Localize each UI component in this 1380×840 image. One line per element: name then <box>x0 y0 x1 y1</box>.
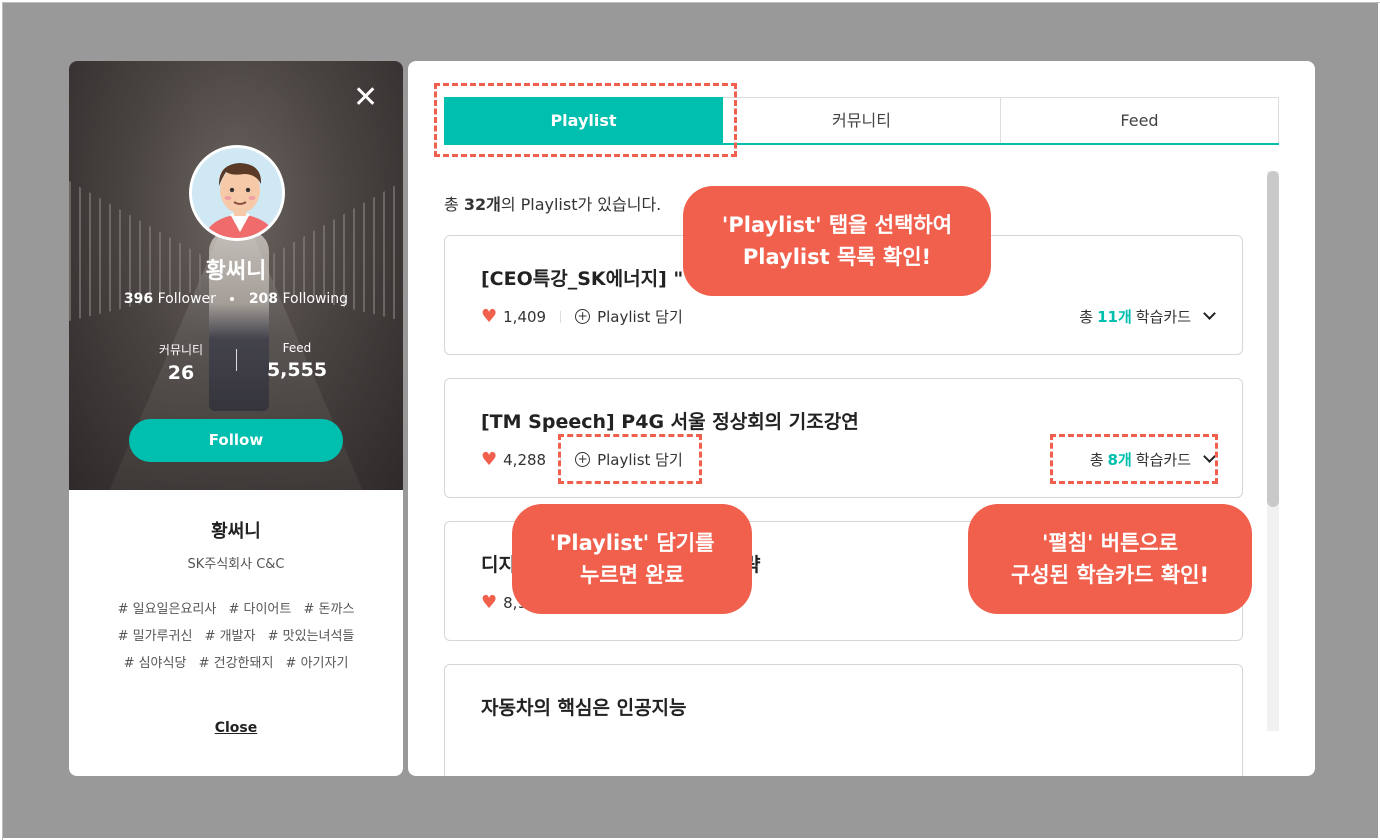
follower-count: 396 <box>123 291 154 307</box>
follow-counts: 396 Follower 208 Following <box>69 291 403 307</box>
tag[interactable]: # 밀가루귀신 <box>118 629 193 644</box>
follower-label: Follower <box>157 291 216 307</box>
total-prefix: 총 <box>1079 308 1094 326</box>
card-label: 학습카드 <box>1135 308 1191 326</box>
profile-card: ✕ 황써니 396 Follower 208 Following 커뮤니티 26… <box>69 61 403 776</box>
playlist-panel: Playlist 커뮤니티 Feed 총 32개의 Playlist가 있습니다… <box>408 61 1315 776</box>
playlist-title[interactable]: [CEO특강_SK에너지] " <box>481 264 683 291</box>
heart-icon[interactable]: ♥ <box>481 449 497 470</box>
heart-icon[interactable]: ♥ <box>481 592 497 613</box>
annotation-line: '펼침' 버튼으로 <box>1041 531 1179 555</box>
annotation-line: 'Playlist' 탭을 선택하여 <box>721 213 953 237</box>
tag[interactable]: # 맛있는녀석들 <box>268 629 355 644</box>
plus-circle-icon: + <box>575 309 591 324</box>
stat-value: 26 <box>167 362 195 384</box>
stat-label: Feed <box>282 341 312 355</box>
tag[interactable]: # 아기자기 <box>286 656 349 671</box>
annotation-line: 구성된 학습카드 확인! <box>1010 563 1210 587</box>
tag[interactable]: # 돈까스 <box>304 602 355 617</box>
total-count: 32개 <box>463 195 501 214</box>
close-icon[interactable]: ✕ <box>353 83 378 113</box>
meta-separator <box>560 310 562 323</box>
annotation-line: 'Playlist' 담기를 <box>549 531 715 555</box>
add-annotation-bubble: 'Playlist' 담기를 누르면 완료 <box>512 504 752 614</box>
playlist-card[interactable]: 자동차의 핵심은 인공지능 <box>444 664 1243 776</box>
stat-divider <box>236 349 237 371</box>
playlist-meta: ♥ 1,409 + Playlist 담기 <box>481 306 683 327</box>
tab-community[interactable]: 커뮤니티 <box>723 97 1001 143</box>
playlist-total: 총 32개의 Playlist가 있습니다. <box>444 191 661 215</box>
tag[interactable]: # 건강한돼지 <box>199 656 274 671</box>
tab-feed[interactable]: Feed <box>1001 97 1279 143</box>
total-suffix: 의 Playlist가 있습니다. <box>500 195 662 214</box>
expand-annotation-bubble: '펼침' 버튼으로 구성된 학습카드 확인! <box>968 504 1252 614</box>
highlight-playlist-tab <box>434 83 737 157</box>
chevron-down-icon <box>1203 307 1216 320</box>
heart-icon[interactable]: ♥ <box>481 306 497 327</box>
tag[interactable]: # 다이어트 <box>228 602 291 617</box>
tag[interactable]: # 심야식당 <box>124 656 187 671</box>
stat-value: 5,555 <box>266 359 328 381</box>
stat-community: 커뮤니티 26 <box>131 341 231 384</box>
stat-label: 커뮤니티 <box>158 343 204 357</box>
separator-dot <box>230 297 235 301</box>
following-label: Following <box>282 291 349 307</box>
playlist-title[interactable]: [TM Speech] P4G 서울 정상회의 기조강연 <box>481 407 859 434</box>
add-playlist-button[interactable]: + Playlist 담기 <box>575 306 683 327</box>
add-playlist-label: Playlist 담기 <box>597 308 683 326</box>
like-count: 1,409 <box>503 307 547 326</box>
avatar-illustration <box>192 148 282 238</box>
annotation-line: 누르면 완료 <box>580 563 684 587</box>
profile-hero-background: ✕ 황써니 396 Follower 208 Following 커뮤니티 26… <box>69 61 403 490</box>
playlist-title[interactable]: 자동차의 핵심은 인공지능 <box>481 693 687 720</box>
profile-name: 황써니 <box>205 259 267 284</box>
highlight-expand-button <box>1050 434 1218 484</box>
display-name: 황써니 <box>211 521 261 542</box>
close-link[interactable]: Close <box>69 720 403 736</box>
stat-feed: Feed 5,555 <box>247 341 347 381</box>
tag[interactable]: # 개발자 <box>205 629 256 644</box>
total-prefix: 총 <box>444 195 464 214</box>
follow-button[interactable]: Follow <box>129 419 343 462</box>
company-name: SK주식회사 C&C <box>187 557 285 572</box>
highlight-add-playlist <box>558 434 702 484</box>
following-count: 208 <box>248 291 279 307</box>
annotation-line: Playlist 목록 확인! <box>742 245 932 269</box>
tab-annotation-bubble: 'Playlist' 탭을 선택하여 Playlist 목록 확인! <box>683 186 991 296</box>
card-count: 11개 <box>1097 308 1132 326</box>
avatar <box>189 145 285 241</box>
scrollbar[interactable] <box>1267 171 1279 731</box>
profile-info: 황써니 SK주식회사 C&C # 일요일은요리사 # 다이어트 # 돈까스 # … <box>69 490 403 776</box>
like-count: 4,288 <box>503 450 547 469</box>
expand-cards-button[interactable]: 총 11개 학습카드 <box>1079 306 1216 327</box>
playlist-title[interactable]: 디지 <box>481 550 516 577</box>
scrollbar-thumb[interactable] <box>1267 171 1279 507</box>
interest-tags: # 일요일은요리사 # 다이어트 # 돈까스 # 밀가루귀신 # 개발자 # 맛… <box>106 596 366 677</box>
tag[interactable]: # 일요일은요리사 <box>118 602 217 617</box>
